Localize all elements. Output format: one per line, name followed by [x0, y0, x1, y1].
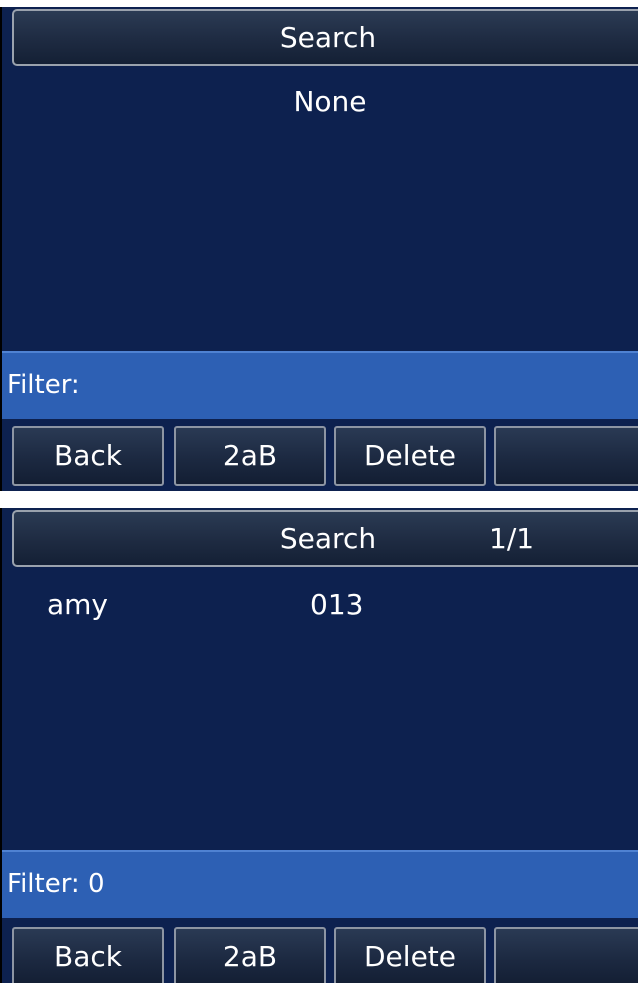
screen-title: Search — [279, 21, 377, 54]
delete-softkey[interactable]: Delete — [334, 426, 486, 486]
filter-input[interactable]: Filter: — [2, 351, 638, 419]
input-mode-softkey[interactable]: 2aB — [174, 927, 326, 983]
phone-screen-search-empty: Search None Filter: Back 2aB Delete — [0, 7, 638, 491]
softkey-bar: Back 2aB Delete — [2, 927, 638, 983]
input-mode-softkey[interactable]: 2aB — [174, 426, 326, 486]
empty-softkey[interactable] — [494, 426, 638, 486]
back-softkey[interactable]: Back — [12, 927, 164, 983]
contact-result-row[interactable]: amy 013 — [2, 588, 638, 638]
screen-title: Search — [279, 522, 377, 555]
delete-softkey[interactable]: Delete — [334, 927, 486, 983]
phone-screen-search-results: Search 1/1 amy 013 Filter: 0 Back 2aB De… — [0, 508, 638, 983]
filter-input[interactable]: Filter: 0 — [2, 850, 638, 918]
contact-name: amy — [47, 588, 109, 621]
softkey-bar: Back 2aB Delete — [2, 426, 638, 486]
title-bar: Search — [12, 9, 638, 66]
empty-result-message: None — [293, 85, 367, 118]
title-bar: Search 1/1 — [12, 510, 638, 567]
contact-number: 013 — [310, 588, 364, 621]
empty-softkey[interactable] — [494, 927, 638, 983]
back-softkey[interactable]: Back — [12, 426, 164, 486]
page-indicator: 1/1 — [489, 522, 535, 555]
